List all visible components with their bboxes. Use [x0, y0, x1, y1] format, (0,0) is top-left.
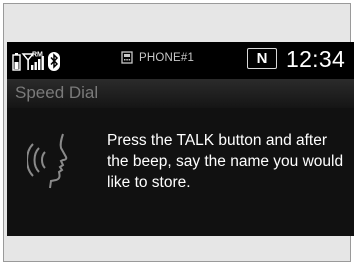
status-icons-group: RM: [12, 52, 60, 71]
speed-dial-prompt: Press the TALK button and after the beep…: [7, 108, 354, 236]
display-screen: RM PHONE#1 N 12:34 Speed Dial Press the …: [7, 42, 354, 236]
phone-label: PHONE#1: [139, 51, 195, 64]
figure-frame: RM PHONE#1 N 12:34 Speed Dial Press the …: [3, 3, 354, 262]
voice-command-icon: [27, 133, 68, 189]
title-bar: Speed Dial: [7, 79, 354, 108]
gear-mode-indicator: N: [247, 48, 277, 69]
phone-battery-icon: [12, 53, 21, 71]
roaming-label: RM: [32, 52, 43, 59]
bluetooth-icon: [48, 52, 60, 71]
page-title: Speed Dial: [15, 83, 99, 102]
clock: 12:34: [286, 46, 346, 72]
phone-indicator: PHONE#1: [121, 51, 194, 64]
prompt-message: Press the TALK button and after the beep…: [107, 132, 344, 191]
status-bar: RM PHONE#1 N 12:34: [7, 42, 354, 79]
phone-icon: [121, 51, 133, 64]
